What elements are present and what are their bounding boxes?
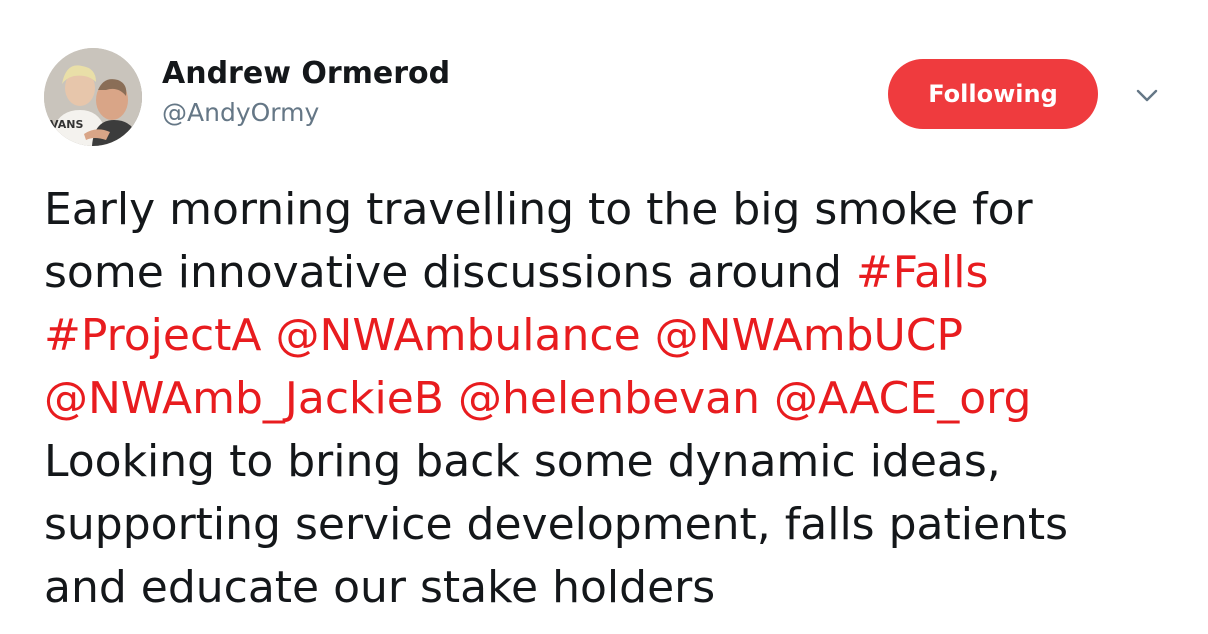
tweet-line: supporting service development, falls pa…	[44, 493, 1184, 556]
tweet-text-segment	[444, 373, 458, 424]
following-button[interactable]: Following	[888, 59, 1098, 129]
tweet-line: @NWAmb_JackieB @helenbevan @AACE_org	[44, 367, 1184, 430]
tweet-text-segment	[760, 373, 774, 424]
tweet-line: #ProjectA @NWAmbulance @NWAmbUCP	[44, 304, 1184, 367]
hashtag-projecta-link[interactable]: #ProjectA	[44, 310, 262, 361]
chevron-down-icon	[1136, 89, 1158, 102]
tweet-text-segment: Looking to bring back some dynamic ideas…	[44, 436, 1001, 487]
tweet-line: Looking to bring back some dynamic ideas…	[44, 430, 1184, 493]
tweet-text-segment	[641, 310, 655, 361]
avatar-shirt-text: VANS	[50, 118, 83, 131]
tweet-text-segment	[262, 310, 276, 361]
display-name[interactable]: Andrew Ormerod	[162, 56, 450, 92]
user-names[interactable]: Andrew Ormerod @AndyOrmy	[162, 56, 450, 130]
tweet-line: Early morning travelling to the big smok…	[44, 178, 1184, 241]
tweet-text: Early morning travelling to the big smok…	[44, 178, 1184, 619]
avatar[interactable]: VANS	[44, 48, 142, 146]
more-options-button[interactable]	[1134, 82, 1160, 108]
tweet-header: VANS Andrew Ormerod @AndyOrmy Following	[44, 48, 1174, 148]
mention-nwambucp-link[interactable]: @NWAmbUCP	[655, 310, 963, 361]
screen-name[interactable]: @AndyOrmy	[162, 96, 450, 130]
tweet-text-segment: some innovative discussions around	[44, 247, 856, 298]
hashtag-falls-link[interactable]: #Falls	[856, 247, 988, 298]
mention-nwambulance-link[interactable]: @NWAmbulance	[276, 310, 641, 361]
mention-helenbevan-link[interactable]: @helenbevan	[458, 373, 760, 424]
mention-aace-org-link[interactable]: @AACE_org	[774, 373, 1031, 424]
tweet-text-segment: supporting service development, falls pa…	[44, 499, 1069, 550]
tweet-text-segment: and educate our stake holders	[44, 562, 716, 613]
mention-nwamb-jackieb-link[interactable]: @NWAmb_JackieB	[44, 373, 444, 424]
tweet-line: and educate our stake holders	[44, 556, 1184, 619]
tweet-text-segment: Early morning travelling to the big smok…	[44, 184, 1033, 235]
tweet-line: some innovative discussions around #Fall…	[44, 241, 1184, 304]
avatar-photo: VANS	[44, 48, 142, 146]
